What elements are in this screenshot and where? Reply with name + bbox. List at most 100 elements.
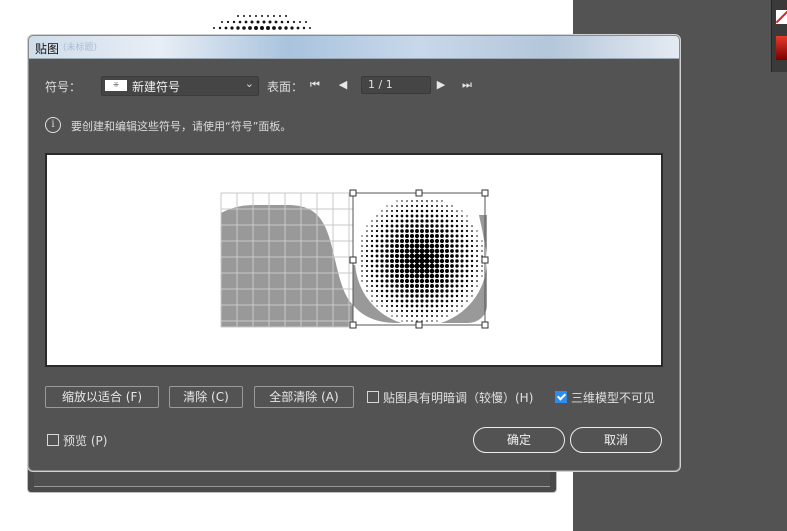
next-surface-icon[interactable]: ▶ — [433, 76, 449, 94]
ok-button[interactable]: 确定 — [473, 427, 565, 453]
halftone-dot — [366, 225, 368, 227]
halftone-dot — [450, 229, 454, 233]
halftone-dot — [476, 275, 478, 277]
halftone-dot — [445, 214, 449, 218]
first-surface-icon[interactable]: ⏮ — [307, 76, 323, 94]
halftone-dot — [361, 280, 363, 282]
dialog-titlebar[interactable]: 贴图 (未标题) — [29, 36, 679, 59]
halftone-dot — [435, 284, 439, 288]
cancel-button[interactable]: 取消 — [570, 427, 662, 453]
preview-checkbox[interactable] — [47, 434, 59, 446]
symbol-dropdown[interactable]: ⁜ 新建符号 ⌄ — [101, 76, 259, 96]
halftone-dot — [375, 264, 379, 268]
halftone-dot — [435, 219, 439, 223]
previous-surface-icon[interactable]: ◀ — [335, 76, 351, 94]
surface-page-field[interactable]: 1 / 1 — [361, 76, 431, 94]
halftone-dot — [381, 210, 383, 212]
halftone-dot — [450, 219, 454, 223]
halftone-dot — [445, 219, 449, 223]
halftone-dot — [456, 310, 458, 312]
symbol-thumbnail-icon: ⁜ — [105, 80, 127, 91]
halftone-dot — [440, 309, 444, 313]
halftone-dot — [470, 259, 474, 263]
halftone-dot — [431, 320, 433, 322]
halftone-dot — [460, 284, 464, 288]
halftone-dot — [424, 268, 430, 274]
halftone-dot — [395, 289, 399, 293]
halftone-dot — [439, 243, 445, 249]
halftone-dot — [405, 209, 409, 213]
halftone-dot — [441, 205, 443, 207]
halftone-dot — [415, 224, 419, 228]
halftone-dot — [445, 239, 449, 243]
clear-all-button[interactable]: 全部清除 (A) — [254, 386, 354, 408]
halftone-dot — [471, 295, 473, 297]
clear-button[interactable]: 清除 (C) — [169, 386, 243, 408]
halftone-dot — [399, 238, 405, 244]
preview-label[interactable]: 预览 (P) — [63, 432, 107, 449]
gradient-swatch[interactable] — [776, 36, 787, 60]
halftone-dot — [415, 289, 419, 293]
halftone-dot — [450, 239, 454, 243]
surface-label: 表面： — [267, 80, 304, 94]
surface-preview-canvas[interactable] — [45, 153, 663, 367]
underlying-dialog-edge — [27, 468, 557, 493]
halftone-dot — [405, 284, 409, 288]
halftone-dot — [410, 209, 414, 213]
shade-artwork-label[interactable]: 贴图具有明暗调（较慢）(H) — [383, 389, 533, 406]
halftone-dot — [400, 304, 404, 308]
halftone-dot — [460, 254, 464, 258]
halftone-dot — [429, 233, 435, 239]
scale-to-fit-button[interactable]: 缩放以适合 (F) — [45, 386, 159, 408]
halftone-dot — [440, 239, 444, 243]
halftone-dot — [410, 299, 414, 303]
halftone-dot — [400, 234, 404, 238]
halftone-dot — [455, 284, 459, 288]
halftone-dot — [395, 234, 399, 238]
halftone-dot — [375, 249, 379, 253]
halftone-dot — [424, 273, 430, 279]
halftone-dot — [390, 284, 394, 288]
halftone-dot — [434, 253, 440, 259]
halftone-dot — [455, 249, 459, 253]
halftone-dot — [381, 300, 383, 302]
halftone-dot — [415, 214, 419, 218]
halftone-dot — [415, 309, 419, 313]
halftone-dot — [361, 275, 363, 277]
halftone-dot — [446, 315, 448, 317]
halftone-dot — [370, 234, 374, 238]
halftone-dot — [465, 249, 469, 253]
halftone-dot — [424, 263, 430, 269]
halftone-dot — [419, 263, 425, 269]
none-swatch[interactable] — [776, 10, 787, 24]
halftone-dot — [445, 284, 449, 288]
halftone-dot — [400, 299, 404, 303]
halftone-dot — [410, 204, 414, 208]
halftone-dot — [460, 244, 464, 248]
halftone-dot — [430, 284, 434, 288]
halftone-dot — [436, 205, 438, 207]
invisible-geometry-checkbox[interactable] — [555, 391, 567, 403]
halftone-dot — [399, 263, 405, 269]
halftone-dot — [390, 299, 394, 303]
halftone-dot — [385, 289, 389, 293]
last-surface-icon[interactable]: ⏭ — [459, 76, 475, 94]
halftone-dot — [375, 239, 379, 243]
halftone-dot — [450, 299, 454, 303]
halftone-dot — [476, 235, 478, 237]
halftone-dot — [414, 268, 420, 274]
halftone-dot — [395, 244, 399, 248]
halftone-dot — [460, 274, 464, 278]
invisible-geometry-label[interactable]: 三维模型不可见 — [571, 389, 655, 406]
halftone-dot — [461, 215, 463, 217]
halftone-dot — [390, 254, 394, 258]
halftone-dot — [450, 249, 454, 253]
halftone-dot — [471, 285, 473, 287]
halftone-dot — [365, 269, 369, 273]
halftone-dot — [400, 309, 404, 313]
halftone-dot — [419, 258, 425, 264]
halftone-dot — [445, 279, 449, 283]
shade-artwork-checkbox[interactable] — [367, 391, 379, 403]
halftone-dot — [381, 305, 383, 307]
halftone-dot — [390, 279, 394, 283]
